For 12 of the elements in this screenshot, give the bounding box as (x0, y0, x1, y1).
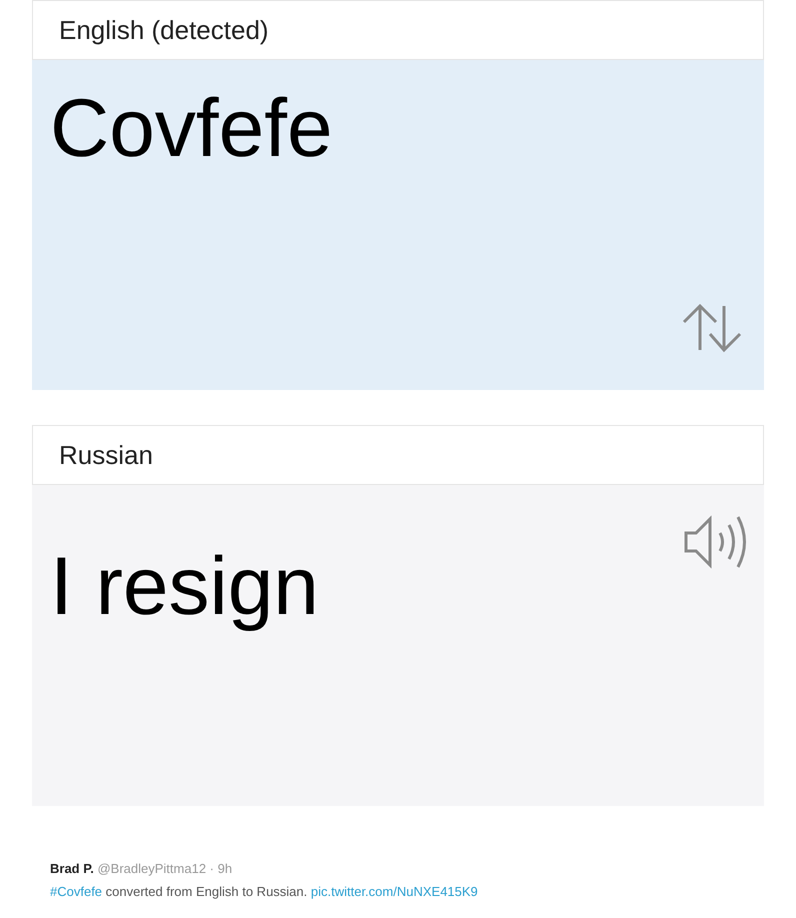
author-handle[interactable]: @BradleyPittma12 (97, 861, 206, 876)
language-header[interactable]: Russian (32, 425, 764, 485)
tweet-time: · 9h (210, 861, 232, 876)
picture-link[interactable]: pic.twitter.com/NuNXE415K9 (310, 884, 478, 899)
source-language: English (detected) (59, 14, 269, 46)
translation-text: I resign (50, 541, 319, 632)
target-language: Russian (59, 440, 153, 470)
language-header[interactable]: English (detected) (32, 0, 764, 60)
source-text: Covfefe (50, 83, 333, 174)
author-name: Brad P. (50, 861, 94, 876)
hashtag-link[interactable]: #Covfefe (50, 884, 102, 899)
tweet-text: #Covfefe converted from English to Russian. pic.twitter.com/NuNXE415K9 (50, 884, 479, 899)
